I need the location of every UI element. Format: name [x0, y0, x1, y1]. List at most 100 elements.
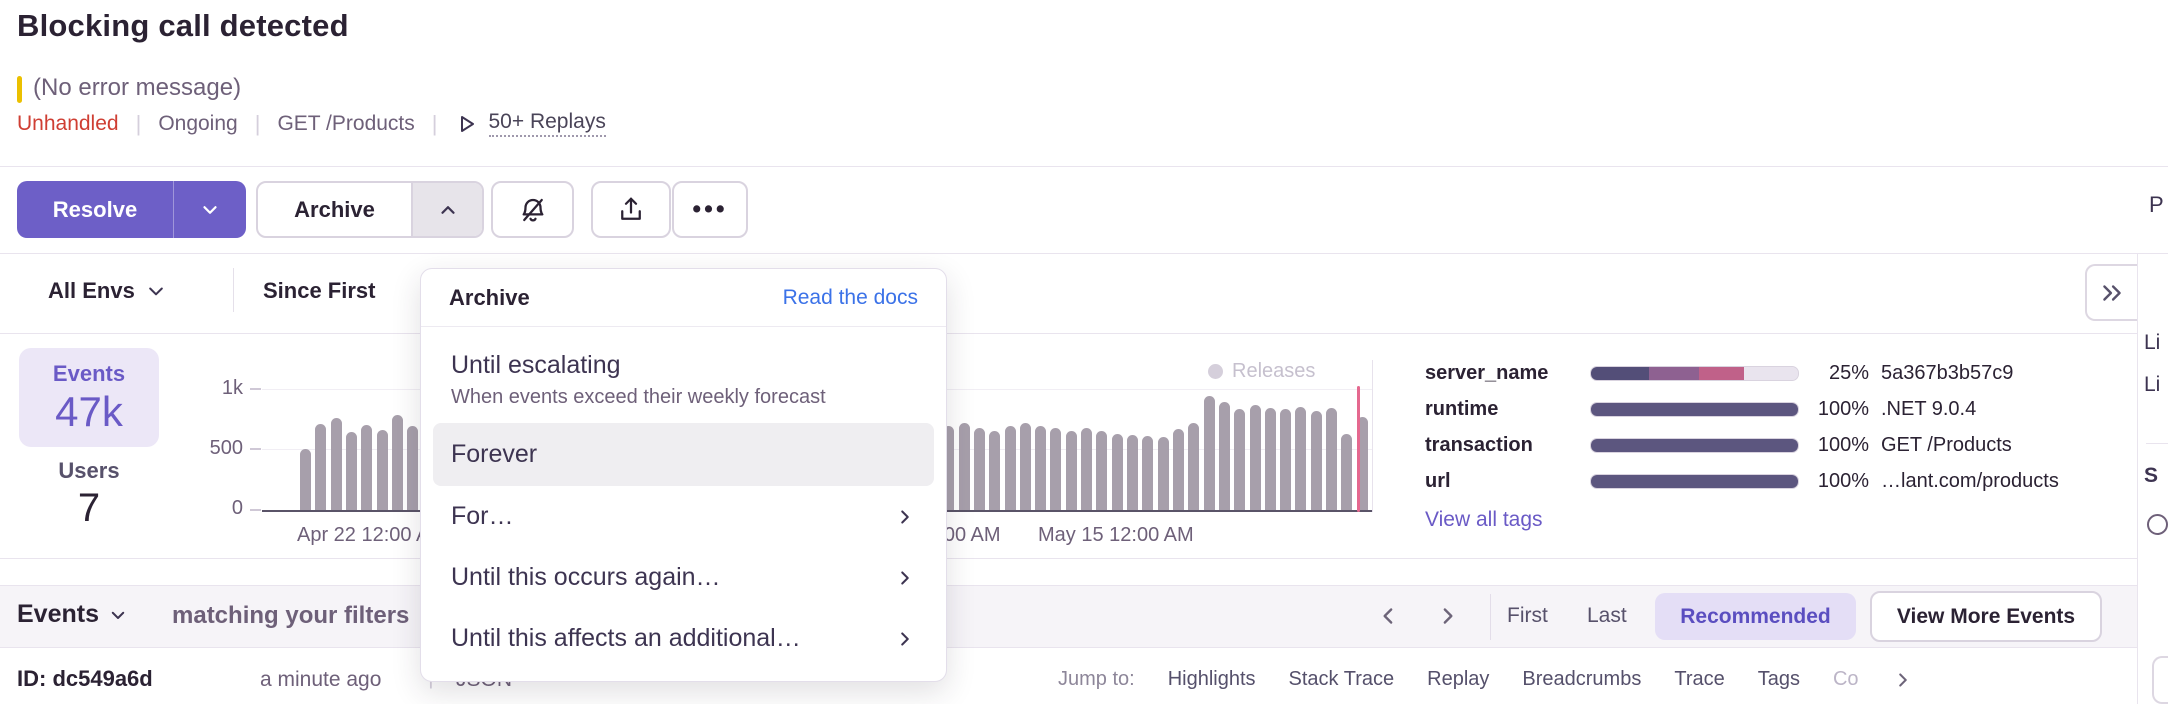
view-more-events-button[interactable]: View More Events: [1870, 591, 2102, 642]
issue-meta-row: Unhandled | Ongoing | GET /Products | 50…: [17, 110, 606, 137]
menu-item-forever[interactable]: Forever: [433, 423, 934, 486]
tag-row-runtime[interactable]: runtime 100% .NET 9.0.4: [1425, 396, 2115, 422]
chart-bar: [1341, 434, 1352, 511]
events-stat-card[interactable]: Events 47k: [19, 348, 159, 447]
jump-to-bar: Jump to: Highlights Stack Trace Replay Brea…: [1058, 668, 1914, 691]
chart-bar: [346, 432, 357, 511]
unhandled-badge: Unhandled: [17, 112, 119, 136]
tag-row-server-name[interactable]: server_name 25% 5a367b3b57c9: [1425, 360, 2115, 386]
upload-icon: [616, 195, 646, 225]
menu-item-label: Until this affects an additional…: [451, 624, 801, 653]
tag-bar-segment: [1591, 439, 1798, 452]
tag-bar-segment: [1744, 367, 1798, 380]
chart-bar: [300, 449, 311, 511]
collapse-sidebar-button[interactable]: [2085, 264, 2137, 321]
chart-bar: [1311, 411, 1322, 511]
chart-bar: [361, 425, 372, 511]
tag-value: GET /Products: [1881, 434, 2012, 457]
menu-item-label: Forever: [451, 440, 916, 469]
filter-divider: [233, 268, 234, 312]
jump-link-highlights[interactable]: Highlights: [1168, 668, 1256, 691]
last-event-link[interactable]: Last: [1587, 604, 1627, 628]
chart-bar: [1265, 408, 1276, 511]
sidebar-text-fragment: Li: [2144, 373, 2168, 397]
more-actions-button[interactable]: •••: [672, 181, 748, 238]
double-chevron-right-icon: [2099, 280, 2125, 306]
bell-slash-icon: [518, 195, 548, 225]
archive-dropdown-button[interactable]: [411, 183, 482, 236]
share-button[interactable]: [591, 181, 671, 238]
chart-bar: [331, 418, 342, 511]
time-range-filter[interactable]: Since First: [263, 278, 375, 304]
y-tick-mark: [250, 388, 261, 390]
archive-button[interactable]: Archive: [258, 197, 411, 223]
replays-link[interactable]: 50+ Replays: [455, 110, 606, 137]
divider: |: [136, 111, 142, 137]
resolve-dropdown-button[interactable]: [173, 181, 246, 238]
pagination-divider: [1490, 594, 1491, 640]
jump-link-replay[interactable]: Replay: [1427, 668, 1489, 691]
jump-link-breadcrumbs[interactable]: Breadcrumbs: [1522, 668, 1641, 691]
resolve-button[interactable]: Resolve: [17, 197, 173, 223]
tag-row-transaction[interactable]: transaction 100% GET /Products: [1425, 432, 2115, 458]
jump-link-stack-trace[interactable]: Stack Trace: [1289, 668, 1395, 691]
chart-bar: [377, 430, 388, 511]
chart-bar: [959, 423, 970, 511]
jump-bar-scroll-button[interactable]: [2152, 656, 2168, 704]
jump-link-truncated[interactable]: Co: [1833, 668, 1859, 691]
releases-legend[interactable]: Releases: [1208, 360, 1315, 383]
view-all-tags-link[interactable]: View all tags: [1425, 508, 1543, 532]
tag-bar-segment: [1591, 403, 1798, 416]
tag-distribution-bar: [1590, 474, 1799, 489]
chart-bar: [1005, 426, 1016, 511]
y-tick-mark: [250, 448, 261, 450]
users-stat-label: Users: [19, 458, 159, 484]
events-stat-label: Events: [19, 361, 159, 387]
chart-bar: [392, 415, 403, 511]
page-title: Blocking call detected: [17, 8, 349, 44]
chart-bar: [1204, 396, 1215, 511]
x-axis-tick-may15: May 15 12:00 AM: [1038, 524, 1194, 547]
menu-item-label: Until this occurs again…: [451, 563, 721, 592]
error-message: (No error message): [33, 74, 241, 102]
chart-bar: [1188, 423, 1199, 511]
menu-item-for[interactable]: For…: [433, 486, 934, 547]
tag-bar-segment: [1591, 475, 1798, 488]
environment-filter[interactable]: All Envs: [48, 278, 166, 304]
mute-button[interactable]: [491, 181, 574, 238]
chart-right-border: [1372, 360, 1373, 512]
menu-item-until-occurs-again[interactable]: Until this occurs again…: [433, 547, 934, 608]
chevron-down-icon: [109, 606, 127, 624]
y-axis-tick-1k: 1k: [201, 377, 243, 400]
chart-bar: [315, 424, 326, 511]
archive-menu-body: Until escalating When events exceed thei…: [421, 327, 946, 681]
read-the-docs-link[interactable]: Read the docs: [783, 286, 918, 310]
tag-distribution-bar: [1590, 438, 1799, 453]
play-icon: [455, 112, 479, 136]
jump-link-tags[interactable]: Tags: [1758, 668, 1800, 691]
next-event-button[interactable]: [1434, 603, 1460, 629]
recommended-toggle[interactable]: Recommended: [1655, 593, 1856, 640]
chart-bar: [989, 431, 1000, 511]
chevron-down-icon: [146, 281, 166, 301]
sidebar-text-fragment: Li: [2144, 331, 2168, 355]
previous-event-button[interactable]: [1376, 603, 1402, 629]
tag-name: url: [1425, 470, 1590, 493]
menu-item-label: Until escalating: [451, 351, 916, 380]
chevron-right-icon[interactable]: [1892, 669, 1914, 691]
menu-item-until-escalating[interactable]: Until escalating When events exceed thei…: [433, 337, 934, 423]
jump-link-trace[interactable]: Trace: [1674, 668, 1724, 691]
chart-bar: [1295, 407, 1306, 511]
tag-percent: 100%: [1807, 470, 1869, 493]
issue-details-page: Blocking call detected (No error message…: [0, 0, 2168, 704]
tag-row-url[interactable]: url 100% …lant.com/products: [1425, 468, 2115, 494]
menu-item-until-affects-additional[interactable]: Until this affects an additional…: [433, 608, 934, 669]
events-dropdown[interactable]: Events: [17, 600, 127, 629]
panel-right-border: [2137, 253, 2138, 704]
first-event-link[interactable]: First: [1507, 604, 1548, 628]
tag-name: transaction: [1425, 434, 1590, 457]
jump-to-label: Jump to:: [1058, 668, 1135, 691]
panel-top-border: [0, 253, 2168, 254]
archive-menu-header: Archive Read the docs: [421, 269, 946, 327]
chart-bar: [1035, 426, 1046, 511]
